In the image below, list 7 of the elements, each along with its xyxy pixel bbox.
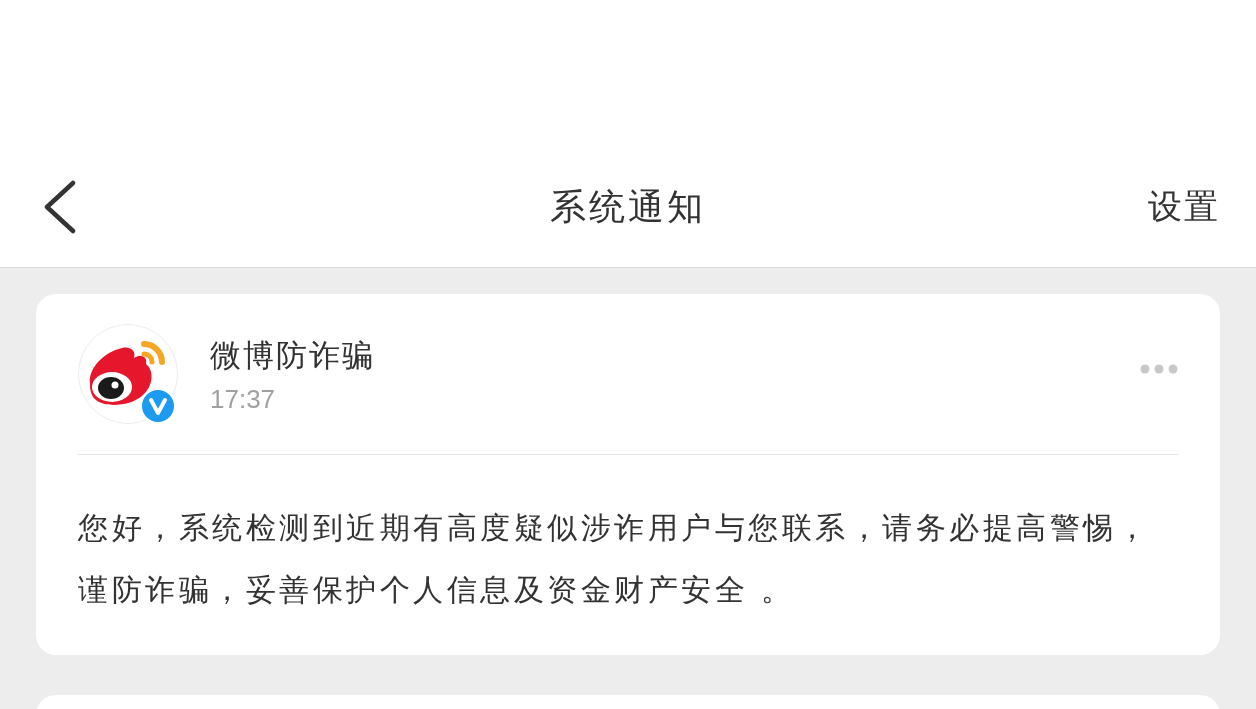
settings-button[interactable]: 设置 xyxy=(1148,183,1220,229)
sender-name: 微博防诈骗 xyxy=(210,336,375,375)
back-chevron-icon xyxy=(42,180,76,234)
notification-message: 您好，系统检测到近期有高度疑似涉诈用户与您联系，请务必提高警惕，谨防诈骗，妥善保护个人信息及资金财产安全 。 xyxy=(78,509,1151,609)
page-title: 系统通知 xyxy=(550,184,706,229)
more-dots-icon xyxy=(1140,364,1178,374)
notification-time: 17:37 xyxy=(210,383,277,415)
